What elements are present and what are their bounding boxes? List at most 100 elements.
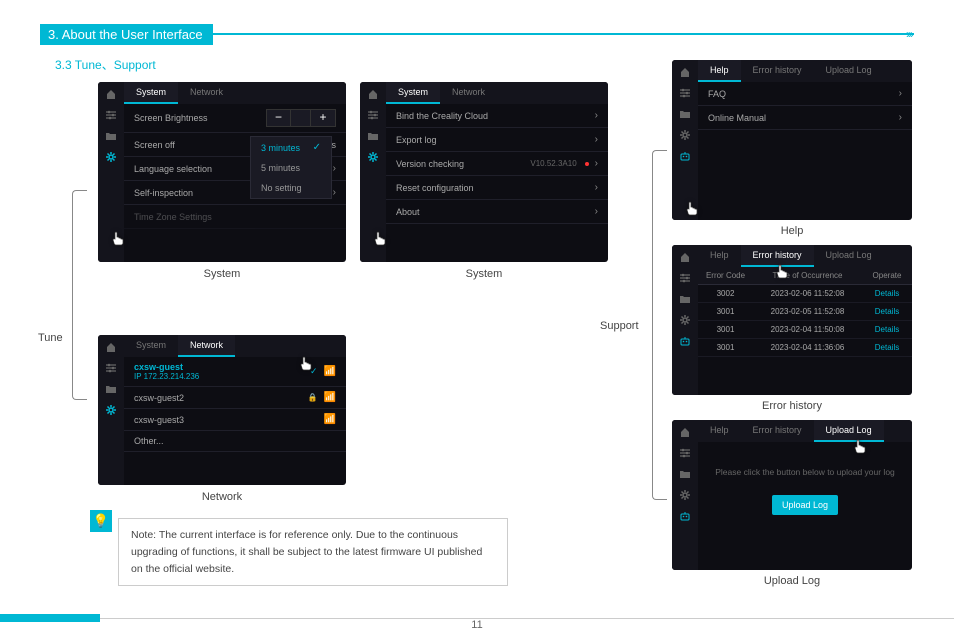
- details-link[interactable]: Details: [862, 285, 912, 302]
- row-timezone[interactable]: Time Zone Settings: [124, 205, 346, 229]
- details-link[interactable]: Details: [862, 339, 912, 356]
- gear-icon[interactable]: [105, 404, 117, 416]
- dropdown-option-none[interactable]: No setting: [251, 178, 331, 198]
- page-number: 11: [0, 619, 954, 631]
- support-label: Support: [600, 320, 639, 332]
- screen-system-2: System Network Bind the Creality Cloud› …: [360, 82, 608, 262]
- tab-help[interactable]: Help: [698, 245, 741, 267]
- upload-log-button[interactable]: Upload Log: [772, 495, 838, 515]
- details-link[interactable]: Details: [862, 321, 912, 338]
- cell-time: 2023-02-04 11:36:06: [753, 339, 862, 356]
- screen-help: Help Error history Upload Log FAQ› Onlin…: [672, 60, 912, 220]
- sliders-icon[interactable]: [105, 109, 117, 121]
- header-arrows-icon: ›››: [906, 27, 912, 41]
- gear-icon[interactable]: [679, 129, 691, 141]
- cell-code: 3001: [698, 321, 753, 338]
- home-icon[interactable]: [105, 88, 117, 100]
- wifi-connected-row[interactable]: cxsw-guest IP 172.23.214.236 ✓📶: [124, 357, 346, 387]
- home-icon[interactable]: [367, 88, 379, 100]
- tab-upload[interactable]: Upload Log: [814, 420, 884, 442]
- gear-icon[interactable]: [679, 314, 691, 326]
- folder-icon[interactable]: [679, 468, 691, 480]
- error-table-row: 30012023-02-04 11:36:06Details: [698, 339, 912, 357]
- row-reset[interactable]: Reset configuration ›: [386, 176, 608, 200]
- gear-icon[interactable]: [367, 151, 379, 163]
- wifi-other-label: Other...: [134, 436, 164, 446]
- reset-label: Reset configuration: [396, 183, 474, 193]
- chevron-right-icon: ›: [595, 110, 598, 121]
- row-version[interactable]: Version checkingV10.52.3A10›: [386, 152, 608, 176]
- export-label: Export log: [396, 135, 437, 145]
- tab-error[interactable]: Error history: [741, 420, 814, 442]
- tab-upload[interactable]: Upload Log: [814, 60, 884, 82]
- wifi-ssid-3: cxsw-guest3: [134, 415, 184, 425]
- cell-time: 2023-02-05 11:52:08: [753, 303, 862, 320]
- error-table-row: 30022023-02-06 11:52:08Details: [698, 285, 912, 303]
- wifi-row-3[interactable]: cxsw-guest3📶: [124, 409, 346, 431]
- cell-code: 3002: [698, 285, 753, 302]
- brightness-plus-button[interactable]: +: [311, 110, 335, 126]
- tabs: System Network: [124, 82, 346, 104]
- tab-upload[interactable]: Upload Log: [814, 245, 884, 267]
- wifi-icon: 📶: [324, 366, 336, 377]
- language-label: Language selection: [134, 164, 212, 174]
- brightness-minus-button[interactable]: −: [267, 110, 291, 126]
- tab-network[interactable]: Network: [178, 82, 235, 104]
- folder-icon[interactable]: [679, 293, 691, 305]
- chevron-right-icon: ›: [595, 134, 598, 145]
- details-link[interactable]: Details: [862, 303, 912, 320]
- sliders-icon[interactable]: [367, 109, 379, 121]
- robot-icon[interactable]: [679, 510, 691, 522]
- error-table-row: 30012023-02-04 11:50:08Details: [698, 321, 912, 339]
- row-brightness: Screen Brightness − +: [124, 104, 346, 133]
- tab-system[interactable]: System: [124, 82, 178, 104]
- tab-system[interactable]: System: [124, 335, 178, 357]
- tab-help[interactable]: Help: [698, 420, 741, 442]
- home-icon[interactable]: [679, 66, 691, 78]
- row-about[interactable]: About›: [386, 200, 608, 224]
- lock-icon: 🔒: [308, 393, 318, 402]
- row-faq[interactable]: FAQ›: [698, 82, 912, 106]
- folder-icon[interactable]: [367, 130, 379, 142]
- screen-off-label: Screen off: [134, 140, 175, 150]
- folder-icon[interactable]: [105, 383, 117, 395]
- tab-system[interactable]: System: [386, 82, 440, 104]
- robot-icon[interactable]: [679, 150, 691, 162]
- gear-icon[interactable]: [105, 151, 117, 163]
- wifi-ip: IP 172.23.214.236: [134, 372, 199, 381]
- sidebar: [98, 82, 124, 262]
- tab-error[interactable]: Error history: [741, 245, 814, 267]
- robot-icon[interactable]: [679, 335, 691, 347]
- sliders-icon[interactable]: [105, 362, 117, 374]
- chevron-right-icon: ›: [595, 182, 598, 193]
- tab-network[interactable]: Network: [440, 82, 497, 104]
- wifi-row-2[interactable]: cxsw-guest2🔒📶: [124, 387, 346, 409]
- row-manual[interactable]: Online Manual›: [698, 106, 912, 130]
- tabs: Help Error history Upload Log: [698, 420, 912, 442]
- folder-icon[interactable]: [105, 130, 117, 142]
- sliders-icon[interactable]: [679, 447, 691, 459]
- chevron-right-icon: ›: [333, 187, 336, 198]
- folder-icon[interactable]: [679, 108, 691, 120]
- sliders-icon[interactable]: [679, 87, 691, 99]
- gear-icon[interactable]: [679, 489, 691, 501]
- upload-message: Please click the button below to upload …: [698, 442, 912, 487]
- opt1-label: 3 minutes: [261, 143, 300, 153]
- caption-system-2: System: [360, 268, 608, 280]
- about-label: About: [396, 207, 420, 217]
- row-bind-cloud[interactable]: Bind the Creality Cloud›: [386, 104, 608, 128]
- row-export-log[interactable]: Export log ›: [386, 128, 608, 152]
- chevron-right-icon: ›: [595, 158, 598, 169]
- wifi-other[interactable]: Other...: [124, 431, 346, 452]
- brightness-label: Screen Brightness: [134, 113, 208, 123]
- dropdown-option-5min[interactable]: 5 minutes: [251, 158, 331, 178]
- wifi-ssid-2: cxsw-guest2: [134, 393, 184, 403]
- tab-help[interactable]: Help: [698, 60, 741, 82]
- home-icon[interactable]: [679, 251, 691, 263]
- tab-network[interactable]: Network: [178, 335, 235, 357]
- home-icon[interactable]: [105, 341, 117, 353]
- sliders-icon[interactable]: [679, 272, 691, 284]
- tab-error[interactable]: Error history: [741, 60, 814, 82]
- home-icon[interactable]: [679, 426, 691, 438]
- dropdown-option-3min[interactable]: 3 minutes✓: [251, 137, 331, 158]
